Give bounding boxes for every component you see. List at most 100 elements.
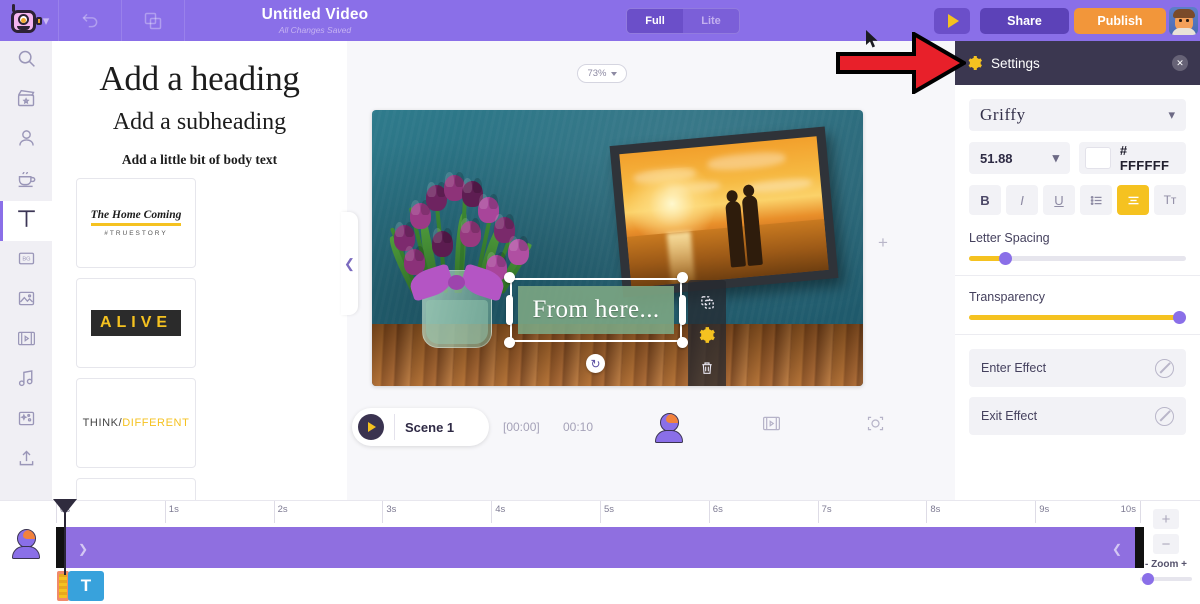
- rotate-handle[interactable]: ↻: [586, 354, 605, 373]
- canvas-text[interactable]: From here...: [510, 278, 682, 342]
- text-color-picker[interactable]: # FFFFFF: [1079, 142, 1186, 174]
- zoom-out-button[interactable]: −: [1153, 534, 1179, 554]
- duplicate-button[interactable]: [699, 294, 716, 311]
- transparency-slider[interactable]: [969, 311, 1186, 324]
- color-swatch[interactable]: [1085, 147, 1111, 169]
- library-subheading-preset[interactable]: Add a subheading: [52, 109, 347, 136]
- card-subtitle: #TRUESTORY: [104, 230, 168, 237]
- sidebar-item-music[interactable]: [0, 361, 52, 401]
- letter-spacing-slider[interactable]: [969, 252, 1186, 265]
- chevron-right-icon[interactable]: ❯: [78, 542, 88, 556]
- avatar[interactable]: [1169, 7, 1198, 35]
- scene-item[interactable]: Scene 1: [352, 408, 489, 446]
- top-bar: ▾ Untitled Video All Changes Saved Full …: [0, 0, 1200, 41]
- library-card[interactable]: ALIVE: [76, 278, 196, 368]
- scene-video-button[interactable]: [761, 413, 782, 439]
- list-button[interactable]: [1080, 185, 1112, 215]
- library-body-preset[interactable]: Add a little bit of body text: [52, 152, 347, 168]
- timeline-text-element[interactable]: T: [68, 571, 104, 601]
- scene-track[interactable]: ❯ ❮: [64, 527, 1136, 568]
- mode-toggle[interactable]: Full Lite: [626, 8, 740, 34]
- resize-handle-top-right[interactable]: [677, 272, 688, 283]
- play-icon: [948, 14, 959, 28]
- timeline-zoom-slider[interactable]: [1140, 573, 1192, 585]
- framed-photo: [609, 126, 839, 298]
- selected-text-object[interactable]: From here... ↻: [504, 272, 688, 373]
- font-family-value: Griffy: [980, 105, 1026, 124]
- ruler-tick: 1s: [168, 504, 179, 515]
- enter-effect-label: Enter Effect: [981, 361, 1047, 375]
- text-spacing-button[interactable]: Tᴛ: [1154, 185, 1186, 215]
- card-rule: [90, 223, 182, 226]
- resize-handle-bottom-left[interactable]: [504, 337, 515, 348]
- ruler-tick: 8s: [930, 504, 941, 515]
- object-context-toolbar: [688, 280, 726, 386]
- text-icon: [14, 206, 39, 236]
- canvas-zoom-select[interactable]: 73%: [577, 64, 627, 83]
- resize-handle-top-left[interactable]: [504, 272, 515, 283]
- timeline-character-icon[interactable]: [12, 529, 40, 559]
- chevron-down-icon[interactable]: ▾: [43, 13, 50, 29]
- sidebar-item-search[interactable]: [0, 41, 52, 81]
- project-title-block[interactable]: Untitled Video All Changes Saved: [205, 6, 425, 35]
- library-card[interactable]: ANIMAKER TIMES: [76, 478, 196, 500]
- sidebar-item-images[interactable]: [0, 281, 52, 321]
- timeline-ruler[interactable]: 0s 1s 2s 3s 4s 5s 6s 7s 8s 9s 10s: [56, 501, 1144, 523]
- sidebar-item-upload[interactable]: [0, 441, 52, 481]
- resize-handle-left[interactable]: [506, 295, 513, 325]
- preview-play-button[interactable]: [934, 8, 970, 34]
- color-hex-value: # FFFFFF: [1119, 143, 1170, 173]
- align-center-button[interactable]: [1117, 185, 1149, 215]
- sidebar-item-text[interactable]: [0, 201, 52, 241]
- sidebar-item-scenes[interactable]: [0, 81, 52, 121]
- font-size-select[interactable]: 51.88 ▾: [969, 142, 1071, 174]
- scene-camera-button[interactable]: [865, 413, 886, 439]
- playhead[interactable]: [53, 499, 77, 575]
- svg-text:BG: BG: [22, 257, 30, 263]
- app-logo[interactable]: ▾: [0, 0, 58, 41]
- tab-full[interactable]: Full: [627, 9, 683, 33]
- resize-handle-bottom-right[interactable]: [677, 337, 688, 348]
- sidebar-item-props[interactable]: [0, 161, 52, 201]
- exit-effect-row[interactable]: Exit Effect: [969, 397, 1186, 435]
- library-heading-preset[interactable]: Add a heading: [52, 59, 347, 99]
- enter-effect-row[interactable]: Enter Effect: [969, 349, 1186, 387]
- undo-button[interactable]: [59, 0, 121, 41]
- close-icon[interactable]: ✕: [1172, 55, 1188, 71]
- ruler-tick: 6s: [712, 504, 723, 515]
- bold-button[interactable]: B: [969, 185, 1001, 215]
- left-sidebar: BG: [0, 41, 52, 500]
- font-family-select[interactable]: Griffy ▾: [969, 99, 1186, 131]
- library-card[interactable]: THINK/DIFFERENT: [76, 378, 196, 468]
- scene-play-button[interactable]: [358, 414, 384, 440]
- add-object-button[interactable]: +: [878, 233, 888, 253]
- timeline-track-area: ❯ ❮: [56, 527, 1144, 568]
- chevron-left-icon[interactable]: ❮: [1112, 542, 1122, 556]
- save-status: All Changes Saved: [278, 25, 352, 35]
- props-cup-icon: [16, 168, 37, 194]
- publish-button[interactable]: Publish: [1074, 8, 1166, 34]
- library-card[interactable]: The Home Coming #TRUESTORY: [76, 178, 196, 268]
- zoom-in-button[interactable]: +: [1153, 509, 1179, 529]
- zoom-slider-knob[interactable]: [1142, 573, 1154, 585]
- zoom-level-value: 73%: [587, 68, 607, 79]
- italic-button[interactable]: I: [1006, 185, 1038, 215]
- share-button[interactable]: Share: [980, 8, 1069, 34]
- copy-button[interactable]: [122, 0, 184, 41]
- object-settings-button[interactable]: [698, 326, 716, 344]
- character-icon: [16, 128, 37, 154]
- couple-silhouette: [724, 184, 775, 268]
- animaker-editor: ▾ Untitled Video All Changes Saved Full …: [0, 0, 1200, 604]
- sidebar-item-characters[interactable]: [0, 121, 52, 161]
- canvas[interactable]: From here... ↻: [372, 110, 863, 386]
- collapse-library-button[interactable]: ❮: [341, 212, 358, 315]
- delete-button[interactable]: [699, 360, 715, 376]
- sidebar-item-video[interactable]: [0, 321, 52, 361]
- scene-character-button[interactable]: [655, 413, 683, 443]
- sidebar-item-effects[interactable]: [0, 401, 52, 441]
- resize-handle-right[interactable]: [679, 295, 686, 325]
- annotation-arrow: [836, 32, 966, 94]
- tab-lite[interactable]: Lite: [683, 9, 739, 33]
- sidebar-item-background[interactable]: BG: [0, 241, 52, 281]
- underline-button[interactable]: U: [1043, 185, 1075, 215]
